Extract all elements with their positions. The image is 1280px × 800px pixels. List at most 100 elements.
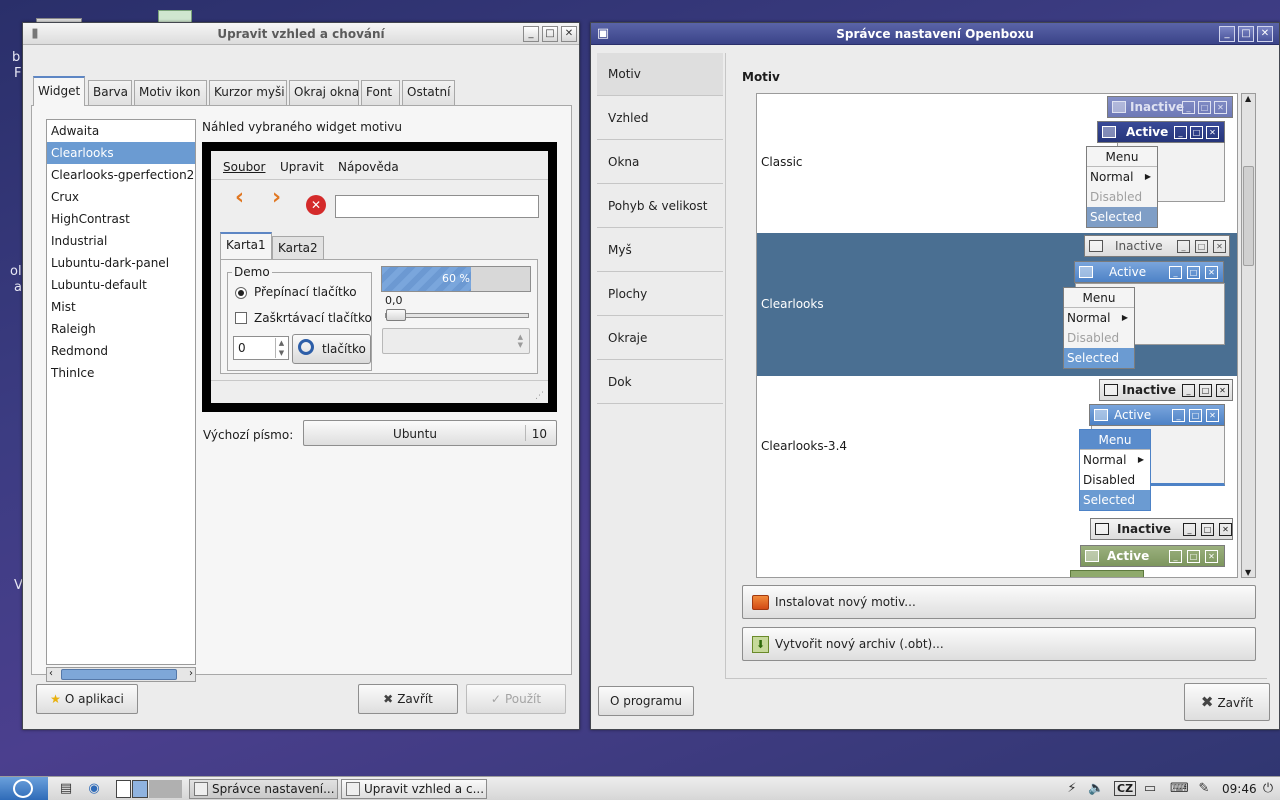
web-browser-icon[interactable]: ◉ <box>86 781 102 797</box>
maximize-button[interactable]: □ <box>1238 26 1254 42</box>
preview-menu-help[interactable]: Nápověda <box>338 160 399 174</box>
section-heading: Motiv <box>742 70 780 84</box>
spin-value: 0 <box>238 341 246 355</box>
list-item[interactable]: HighContrast <box>47 208 195 230</box>
sidebar-item-mouse[interactable]: Myš <box>597 229 723 272</box>
close-window-button[interactable]: ✕ <box>561 26 577 42</box>
openbox-theme-list[interactable]: Classic Inactive _ □ ✕ Active _ □ ✕ Menu Nor… <box>756 93 1238 578</box>
spin-arrows-icon[interactable]: ▲ ▼ <box>275 338 287 358</box>
spin-button[interactable]: 0 ▲ ▼ <box>233 336 289 360</box>
list-item[interactable]: ThinIce <box>47 362 195 384</box>
preview-menubar-divider <box>211 179 548 180</box>
theme-row-classic[interactable]: Classic Inactive _ □ ✕ Active _ □ ✕ Menu Nor… <box>757 94 1237 237</box>
minimize-button[interactable]: _ <box>523 26 539 42</box>
list-horizontal-scrollbar[interactable]: ‹ › <box>46 667 196 682</box>
resize-grip-icon[interactable]: ⋰ <box>535 391 544 401</box>
list-item[interactable]: Clearlooks-gperfection2 <box>47 164 195 186</box>
start-menu-button[interactable] <box>0 777 48 800</box>
list-item[interactable]: Crux <box>47 186 195 208</box>
active-title: Active <box>1126 125 1169 139</box>
tab-cursor[interactable]: Kurzor myši <box>209 80 287 105</box>
preview-menu-file[interactable]: Soubor <box>223 160 265 174</box>
preview-menu-edit[interactable]: Upravit <box>280 160 324 174</box>
close-button[interactable]: ✖ Zavřít <box>358 684 458 714</box>
appearance-titlebar[interactable]: ▮ Upravit vzhled a chování _ □ ✕ <box>23 23 579 45</box>
scroll-down-arrow-icon[interactable]: ▼ <box>1245 568 1251 577</box>
scale-slider[interactable] <box>386 309 406 321</box>
scroll-right-arrow-icon[interactable]: › <box>189 668 193 679</box>
tab-label: Kurzor myši <box>214 85 285 99</box>
scrollbar-thumb[interactable] <box>1243 166 1254 266</box>
volume-icon[interactable]: 🔈 <box>1088 781 1104 797</box>
connection-icon[interactable]: ✎ <box>1196 781 1212 797</box>
task-openbox-config[interactable]: Správce nastavení... <box>189 779 338 799</box>
preview-tab-2[interactable]: Karta2 <box>272 236 324 260</box>
list-item[interactable]: Raleigh <box>47 318 195 340</box>
tab-color[interactable]: Barva <box>88 80 132 105</box>
tab-other[interactable]: Ostatní <box>402 80 455 105</box>
network-icon[interactable]: ⚡ <box>1064 781 1080 797</box>
list-item-selected[interactable]: Clearlooks <box>47 142 195 164</box>
power-icon[interactable]: ⏻ <box>1260 781 1276 797</box>
tab-font[interactable]: Font <box>361 80 400 105</box>
scrollbar-thumb[interactable] <box>61 669 177 680</box>
stop-icon[interactable]: ✕ <box>306 195 326 215</box>
sidebar-item-move-resize[interactable]: Pohyb & velikost <box>597 185 723 228</box>
tab-icon-theme[interactable]: Motiv ikon <box>134 80 207 105</box>
list-item[interactable]: Adwaita <box>47 120 195 142</box>
list-item[interactable]: Redmond <box>47 340 195 362</box>
forward-arrow-icon[interactable]: › <box>272 185 281 210</box>
maximize-button[interactable]: □ <box>542 26 558 42</box>
list-item[interactable]: Lubuntu-default <box>47 274 195 296</box>
active-title: Active <box>1114 408 1152 422</box>
theme-row-clearlooks-3-4[interactable]: Clearlooks-3.4 Inactive _ □ ✕ Active _ □ ✕ M… <box>757 376 1237 519</box>
install-theme-button[interactable]: Instalovat nový motiv... <box>742 585 1256 619</box>
task-lxappearance[interactable]: Upravit vzhled a c... <box>341 779 487 799</box>
desktop-2[interactable] <box>132 780 148 798</box>
list-item[interactable]: Lubuntu-dark-panel <box>47 252 195 274</box>
desktop-3[interactable] <box>149 780 182 798</box>
sidebar-item-windows[interactable]: Okna <box>597 141 723 184</box>
scroll-left-arrow-icon[interactable]: ‹ <box>49 668 53 679</box>
create-archive-button[interactable]: ⬇ Vytvořit nový archiv (.obt)... <box>742 627 1256 661</box>
minimize-button[interactable]: _ <box>1219 26 1235 42</box>
keyboard-layout-indicator[interactable]: CZ <box>1114 781 1137 796</box>
sidebar-item-dock[interactable]: Dok <box>597 361 723 404</box>
list-item[interactable]: Mist <box>47 296 195 318</box>
back-arrow-icon[interactable]: ‹ <box>235 185 244 210</box>
theme-row-clearlooks[interactable]: Clearlooks Inactive _ □ ✕ Active _ □ ✕ Menu … <box>757 233 1237 376</box>
theme-row-partial[interactable]: Inactive _ □ ✕ Active _ □ ✕ <box>757 518 1237 577</box>
preview-button[interactable]: tlačítko <box>292 334 371 364</box>
sidebar-item-theme[interactable]: Motiv <box>597 53 723 96</box>
sidebar-item-label: Okna <box>608 155 640 169</box>
about-program-button[interactable]: O programu <box>598 686 694 716</box>
lubuntu-logo-icon <box>13 779 33 798</box>
preview-address-entry[interactable] <box>335 195 539 218</box>
sidebar-item-appearance[interactable]: Vzhled <box>597 97 723 140</box>
scroll-up-arrow-icon[interactable]: ▲ <box>1245 94 1251 103</box>
default-font-button[interactable]: Ubuntu 10 <box>303 420 557 446</box>
widget-theme-list[interactable]: Adwaita Clearlooks Clearlooks-gperfectio… <box>46 119 196 665</box>
apply-button[interactable]: ✓ Použít <box>466 684 566 714</box>
radio-button[interactable] <box>235 287 247 299</box>
openbox-titlebar[interactable]: ▣ Správce nastavení Openboxu _ □ ✕ <box>591 23 1279 45</box>
desktop-1[interactable] <box>116 780 131 798</box>
tab-widget[interactable]: Widget <box>33 76 85 106</box>
close-button[interactable]: ✖ Zavřít <box>1184 683 1270 721</box>
sidebar-item-desktops[interactable]: Plochy <box>597 273 723 316</box>
scale-trough[interactable] <box>385 313 529 318</box>
close-window-button[interactable]: ✕ <box>1257 26 1273 42</box>
sidebar-item-margins[interactable]: Okraje <box>597 317 723 360</box>
theme-list-scrollbar[interactable]: ▲ ▼ <box>1241 93 1256 578</box>
battery-icon[interactable]: ▭ <box>1142 781 1158 797</box>
preview-combo[interactable]: ▲ ▼ <box>382 328 530 354</box>
tab-window-border[interactable]: Okraj okna <box>289 80 359 105</box>
desktop-icon-label: b <box>12 50 21 65</box>
preview-tab-1[interactable]: Karta1 <box>220 232 272 259</box>
list-item[interactable]: Industrial <box>47 230 195 252</box>
checkbox[interactable] <box>235 312 247 324</box>
keyboard-icon[interactable]: ⌨ <box>1170 781 1189 797</box>
about-button[interactable]: ★ O aplikaci <box>36 684 138 714</box>
desktop-pager[interactable] <box>116 780 182 798</box>
file-manager-icon[interactable]: ▤ <box>58 781 74 797</box>
